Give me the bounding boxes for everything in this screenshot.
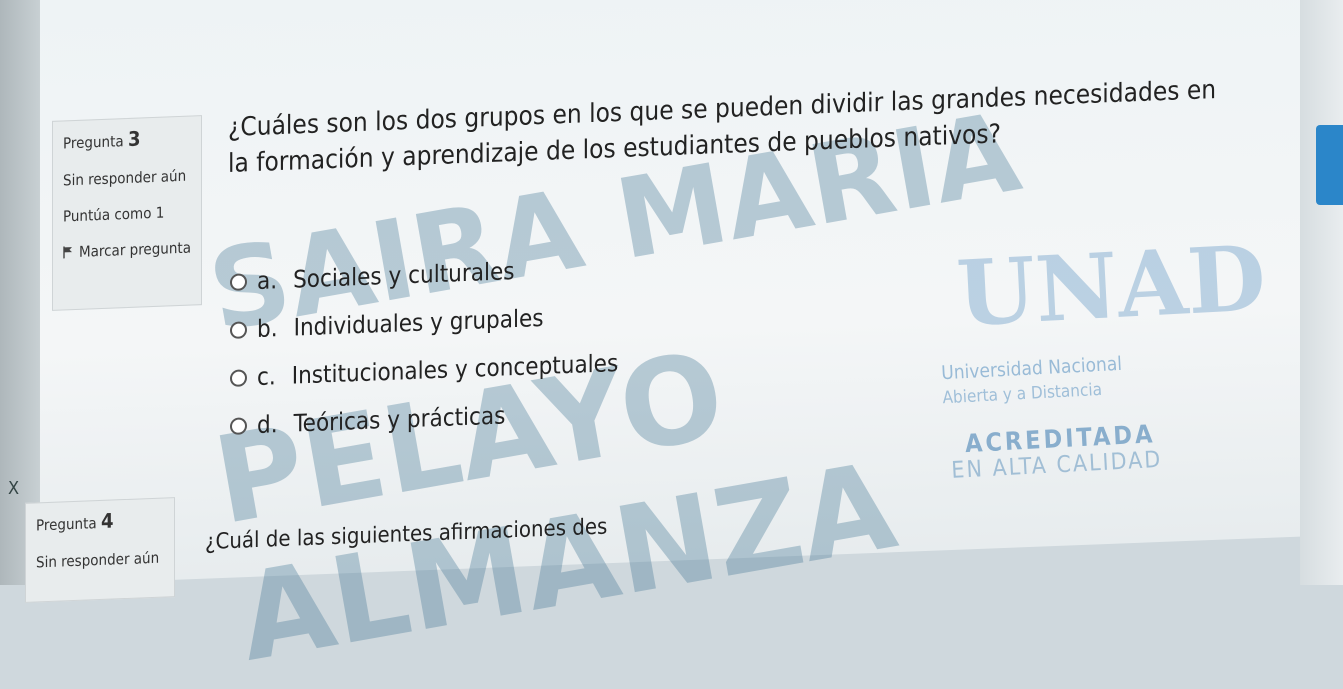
answer-text: Teóricas y prácticas [293,401,506,438]
question-number: 3 [127,126,141,151]
answer-letter: a. [257,266,278,295]
logo-letters: UNAD [954,225,1269,348]
question-4-number-row: Pregunta 4 [36,507,164,536]
radio-button[interactable] [230,368,247,387]
left-edge [0,0,40,585]
question-4-info: Pregunta 4 Sin responder aún [25,497,175,603]
question-score: Puntúa como 1 [63,203,165,226]
answer-text: Individuales y grupales [293,303,544,342]
question-label: Pregunta [36,514,97,535]
answer-letter: d. [257,410,278,439]
radio-button[interactable] [230,320,247,339]
answer-text: Sociales y culturales [293,257,515,294]
question-label: Pregunta [63,132,124,153]
side-blue-tab[interactable] [1316,125,1343,205]
answer-letter: c. [257,362,276,391]
question-status: Sin responder aún [36,548,160,572]
question-status: Sin responder aún [63,166,187,190]
close-mark[interactable]: X [8,478,19,499]
right-edge [1300,0,1343,585]
answer-letter: b. [257,314,278,343]
radio-button[interactable] [230,272,247,291]
unad-logo: UNAD Universidad Nacional Abierta y a Di… [908,207,1268,484]
question-3-number-row: Pregunta 3 [63,125,191,154]
answer-list: a. Sociales y culturales b. Individuales… [230,243,618,450]
logo-line-2: Abierta y a Distancia [942,379,1103,409]
question-number: 4 [100,508,114,533]
flag-question-label: Marcar pregunta [79,238,191,261]
flag-question-link[interactable]: Marcar pregunta [63,239,191,262]
radio-button[interactable] [230,416,247,435]
answer-text: Institucionales y conceptuales [291,349,619,390]
flag-icon [63,246,72,259]
question-3-info: Pregunta 3 Sin responder aún Puntúa como… [52,115,202,311]
